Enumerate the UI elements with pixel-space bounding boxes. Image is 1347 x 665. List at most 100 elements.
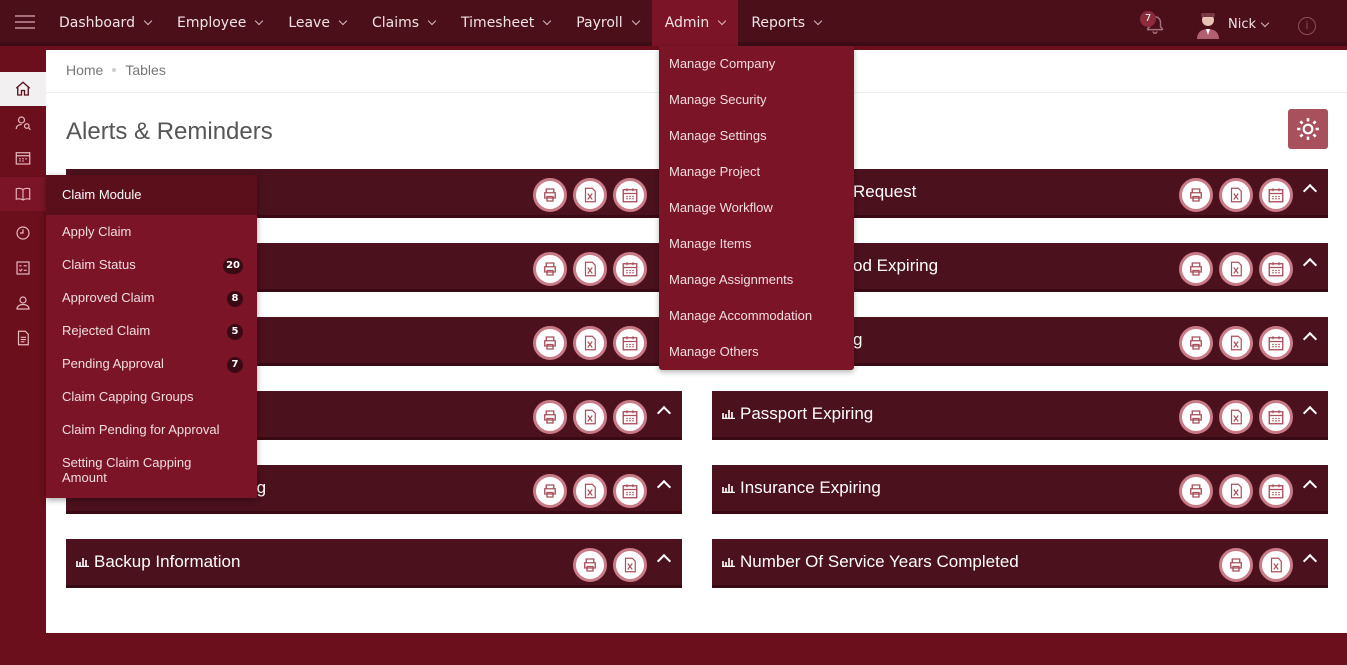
menu-leave[interactable]: Leave xyxy=(275,0,359,46)
chevron-up-icon[interactable] xyxy=(1302,257,1318,273)
menu-employee[interactable]: Employee xyxy=(164,0,275,46)
print-button[interactable] xyxy=(573,548,607,582)
claim-menu-apply-claim[interactable]: Apply Claim xyxy=(62,224,131,239)
user-name[interactable]: Nick xyxy=(1228,17,1256,32)
admin-menu-manage-items[interactable]: Manage Items xyxy=(669,236,751,251)
chevron-down-icon[interactable] xyxy=(1260,18,1270,28)
menu-payroll[interactable]: Payroll xyxy=(563,0,651,46)
print-button[interactable] xyxy=(533,474,567,508)
print-button[interactable] xyxy=(1179,326,1213,360)
menu-reports[interactable]: Reports xyxy=(738,0,834,46)
chevron-down-icon xyxy=(338,16,348,26)
calendar-button[interactable] xyxy=(1259,400,1293,434)
sidebar-employee[interactable] xyxy=(0,106,46,140)
admin-menu-manage-project[interactable]: Manage Project xyxy=(669,164,760,179)
print-button[interactable] xyxy=(1179,474,1213,508)
calendar-icon xyxy=(622,188,638,203)
calendar-button[interactable] xyxy=(1259,252,1293,286)
sidebar-claims[interactable] xyxy=(0,177,46,211)
print-button[interactable] xyxy=(533,178,567,212)
excel-button[interactable] xyxy=(573,252,607,286)
admin-menu-manage-accommodation[interactable]: Manage Accommodation xyxy=(669,308,812,323)
bar-chart-icon xyxy=(722,558,735,567)
excel-button[interactable] xyxy=(573,178,607,212)
sidebar-leave[interactable] xyxy=(0,141,46,175)
avatar[interactable] xyxy=(1194,11,1222,39)
print-button[interactable] xyxy=(533,400,567,434)
excel-button[interactable] xyxy=(573,400,607,434)
print-button[interactable] xyxy=(1179,178,1213,212)
print-button[interactable] xyxy=(1179,400,1213,434)
chevron-up-icon[interactable] xyxy=(1302,553,1318,569)
excel-button[interactable] xyxy=(1219,400,1253,434)
menu-dashboard[interactable]: Dashboard xyxy=(46,0,164,46)
claim-menu-approved-claim[interactable]: Approved Claim xyxy=(62,290,155,305)
excel-button[interactable] xyxy=(573,474,607,508)
chevron-down-icon xyxy=(631,16,640,26)
calendar-button[interactable] xyxy=(613,178,647,212)
chevron-up-icon[interactable] xyxy=(656,479,672,495)
claim-menu-setting-capping-amount[interactable]: Setting Claim Capping Amount xyxy=(62,455,191,485)
menu-label: Setting Claim Capping xyxy=(62,455,192,470)
user-search-icon xyxy=(15,116,31,131)
chevron-up-icon[interactable] xyxy=(1302,479,1318,495)
chevron-up-icon[interactable] xyxy=(1302,183,1318,199)
calendar-button[interactable] xyxy=(613,326,647,360)
admin-menu-manage-company[interactable]: Manage Company xyxy=(669,56,775,71)
admin-menu-manage-settings[interactable]: Manage Settings xyxy=(669,128,767,143)
claim-menu-pending-for-approval[interactable]: Claim Pending for Approval xyxy=(62,422,220,437)
claim-menu-rejected-claim[interactable]: Rejected Claim xyxy=(62,323,150,338)
admin-menu-manage-assignments[interactable]: Manage Assignments xyxy=(669,272,793,287)
excel-icon xyxy=(1230,187,1242,203)
menu-label: Leave xyxy=(288,15,330,31)
menu-admin[interactable]: Admin xyxy=(651,0,739,46)
sidebar-home[interactable] xyxy=(0,72,46,106)
settings-button[interactable] xyxy=(1288,109,1328,149)
chevron-up-icon[interactable] xyxy=(1302,331,1318,347)
printer-icon xyxy=(544,262,556,276)
admin-menu-manage-workflow[interactable]: Manage Workflow xyxy=(669,200,773,215)
menu-claims[interactable]: Claims xyxy=(359,0,448,46)
sidebar-payroll[interactable] xyxy=(0,251,46,285)
claim-menu-pending-approval[interactable]: Pending Approval xyxy=(62,356,164,371)
print-button[interactable] xyxy=(533,252,567,286)
chevron-up-icon[interactable] xyxy=(656,553,672,569)
excel-icon xyxy=(584,335,596,351)
count-badge: 5 xyxy=(227,324,243,340)
chevron-up-icon[interactable] xyxy=(1302,405,1318,421)
print-button[interactable] xyxy=(1179,252,1213,286)
print-button[interactable] xyxy=(1219,548,1253,582)
bar-chart-icon xyxy=(722,484,735,493)
claim-menu-capping-groups[interactable]: Claim Capping Groups xyxy=(62,389,194,404)
info-icon[interactable]: i xyxy=(1298,17,1316,35)
excel-button[interactable] xyxy=(1219,326,1253,360)
calendar-button[interactable] xyxy=(613,252,647,286)
excel-button[interactable] xyxy=(1259,548,1293,582)
excel-button[interactable] xyxy=(1219,252,1253,286)
bar-chart-icon xyxy=(76,558,89,567)
calendar-icon xyxy=(1268,188,1284,203)
menu-label: Dashboard xyxy=(59,15,135,31)
excel-button[interactable] xyxy=(613,548,647,582)
calendar-button[interactable] xyxy=(1259,326,1293,360)
calendar-button[interactable] xyxy=(613,474,647,508)
calendar-button[interactable] xyxy=(1259,178,1293,212)
calendar-button[interactable] xyxy=(613,400,647,434)
excel-button[interactable] xyxy=(1219,178,1253,212)
print-button[interactable] xyxy=(533,326,567,360)
count-badge: 8 xyxy=(227,291,243,307)
excel-button[interactable] xyxy=(1219,474,1253,508)
breadcrumb-home[interactable]: Home xyxy=(66,62,103,78)
claim-menu-claim-status[interactable]: Claim Status xyxy=(62,257,136,272)
sidebar-admin[interactable] xyxy=(0,286,46,320)
excel-button[interactable] xyxy=(573,326,607,360)
hamburger-menu-icon[interactable] xyxy=(15,15,35,31)
panel-title-text: Passport Expiring xyxy=(740,404,874,423)
calendar-button[interactable] xyxy=(1259,474,1293,508)
admin-menu-manage-others[interactable]: Manage Others xyxy=(669,344,759,359)
admin-menu-manage-security[interactable]: Manage Security xyxy=(669,92,767,107)
menu-timesheet[interactable]: Timesheet xyxy=(448,0,563,46)
sidebar-reports[interactable] xyxy=(0,321,46,355)
chevron-up-icon[interactable] xyxy=(656,405,672,421)
sidebar-timesheet[interactable] xyxy=(0,216,46,250)
